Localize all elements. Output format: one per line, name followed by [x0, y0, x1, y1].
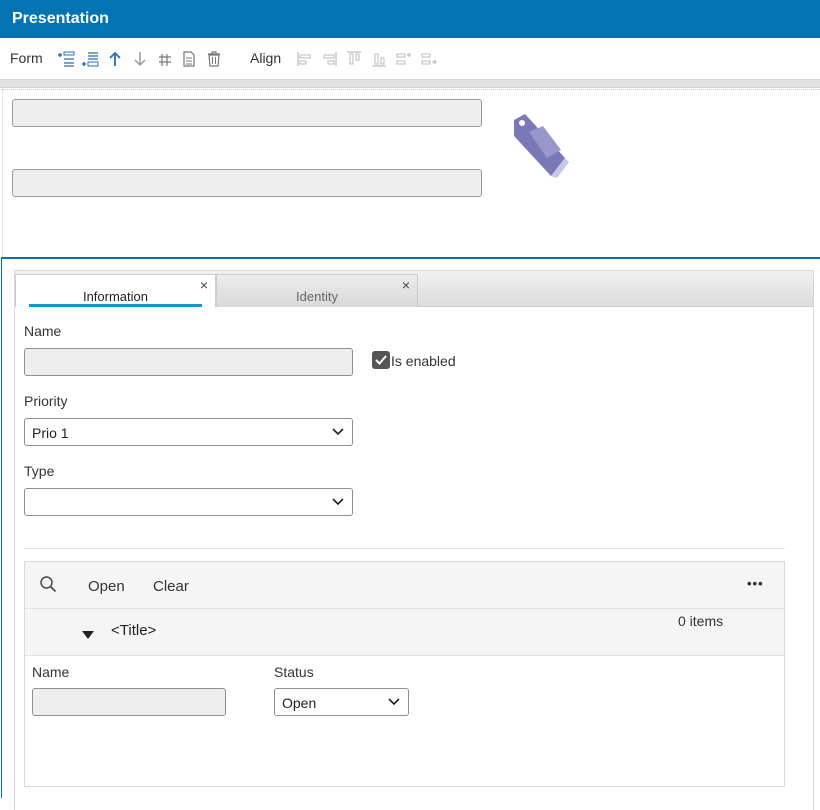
move-up-icon[interactable]: [106, 50, 124, 68]
priority-value: Prio 1: [32, 425, 69, 441]
document-icon[interactable]: [180, 50, 198, 68]
grid-icon[interactable]: [156, 50, 174, 68]
add-field-below-icon[interactable]: [81, 50, 99, 68]
row-status-value: Open: [282, 695, 317, 711]
tab-bar: Information × Identity ×: [15, 271, 813, 307]
window-title: Presentation: [0, 0, 820, 38]
search-icon[interactable]: [39, 575, 57, 593]
section-divider: [24, 548, 785, 549]
tab-identity[interactable]: Identity ×: [216, 274, 418, 307]
align-top-icon[interactable]: [345, 50, 363, 68]
is-enabled-checkbox[interactable]: [372, 351, 390, 369]
header-field-2[interactable]: [12, 169, 482, 197]
collapse-triangle-icon[interactable]: [81, 627, 95, 639]
tab-information[interactable]: Information ×: [15, 274, 216, 307]
align-bottom-icon[interactable]: [370, 50, 388, 68]
grid-container: Open Clear ••• <Title> 0 items Name Stat…: [24, 561, 785, 787]
column-name-label: Name: [32, 664, 70, 680]
close-icon[interactable]: ×: [200, 278, 208, 292]
clear-button[interactable]: Clear: [153, 578, 189, 595]
chevron-down-icon: [332, 428, 344, 436]
form-toolbar: Form Align: [0, 38, 820, 80]
chevron-down-icon: [332, 498, 344, 506]
type-select[interactable]: [24, 488, 353, 516]
is-enabled-label: Is enabled: [391, 353, 456, 369]
grid-group-header: <Title> 0 items: [25, 609, 784, 656]
tabs-container: Information × Identity × Name Is enabled…: [1, 257, 820, 810]
align-right-icon[interactable]: [320, 50, 338, 68]
name-label: Name: [24, 323, 62, 339]
move-down-icon[interactable]: [131, 50, 149, 68]
align-menu-label: Align: [250, 50, 282, 66]
type-label: Type: [24, 463, 55, 479]
group-title: <Title>: [111, 622, 157, 639]
delete-icon[interactable]: [205, 50, 223, 68]
header-field-1[interactable]: [12, 99, 482, 127]
priority-select[interactable]: Prio 1: [24, 418, 353, 446]
chevron-down-icon: [388, 698, 400, 706]
row-status-select[interactable]: Open: [274, 688, 409, 716]
grid-toolbar: Open Clear •••: [25, 562, 784, 609]
header-section: [2, 89, 820, 257]
priority-label: Priority: [24, 393, 68, 409]
name-input[interactable]: [24, 348, 353, 376]
tab-information-label: Information: [82, 289, 149, 304]
toolbar-separator: [0, 80, 820, 88]
align-left-icon[interactable]: [296, 50, 314, 68]
price-tag-icon: [511, 112, 571, 180]
active-tab-indicator: [29, 304, 202, 307]
open-button[interactable]: Open: [88, 578, 125, 595]
tab-identity-label: Identity: [296, 289, 338, 304]
tab-panel: Information × Identity × Name Is enabled…: [14, 270, 814, 810]
check-icon: [375, 355, 387, 365]
column-status-label: Status: [274, 664, 314, 680]
row-name-input[interactable]: [32, 688, 226, 716]
more-options-button[interactable]: •••: [747, 576, 764, 591]
form-menu-label: Form: [10, 50, 43, 66]
distribute-vertical-icon[interactable]: [420, 50, 438, 68]
items-count: 0 items: [678, 613, 724, 629]
distribute-horizontal-icon[interactable]: [395, 50, 413, 68]
add-field-above-icon[interactable]: [57, 50, 75, 68]
close-icon[interactable]: ×: [402, 278, 410, 292]
